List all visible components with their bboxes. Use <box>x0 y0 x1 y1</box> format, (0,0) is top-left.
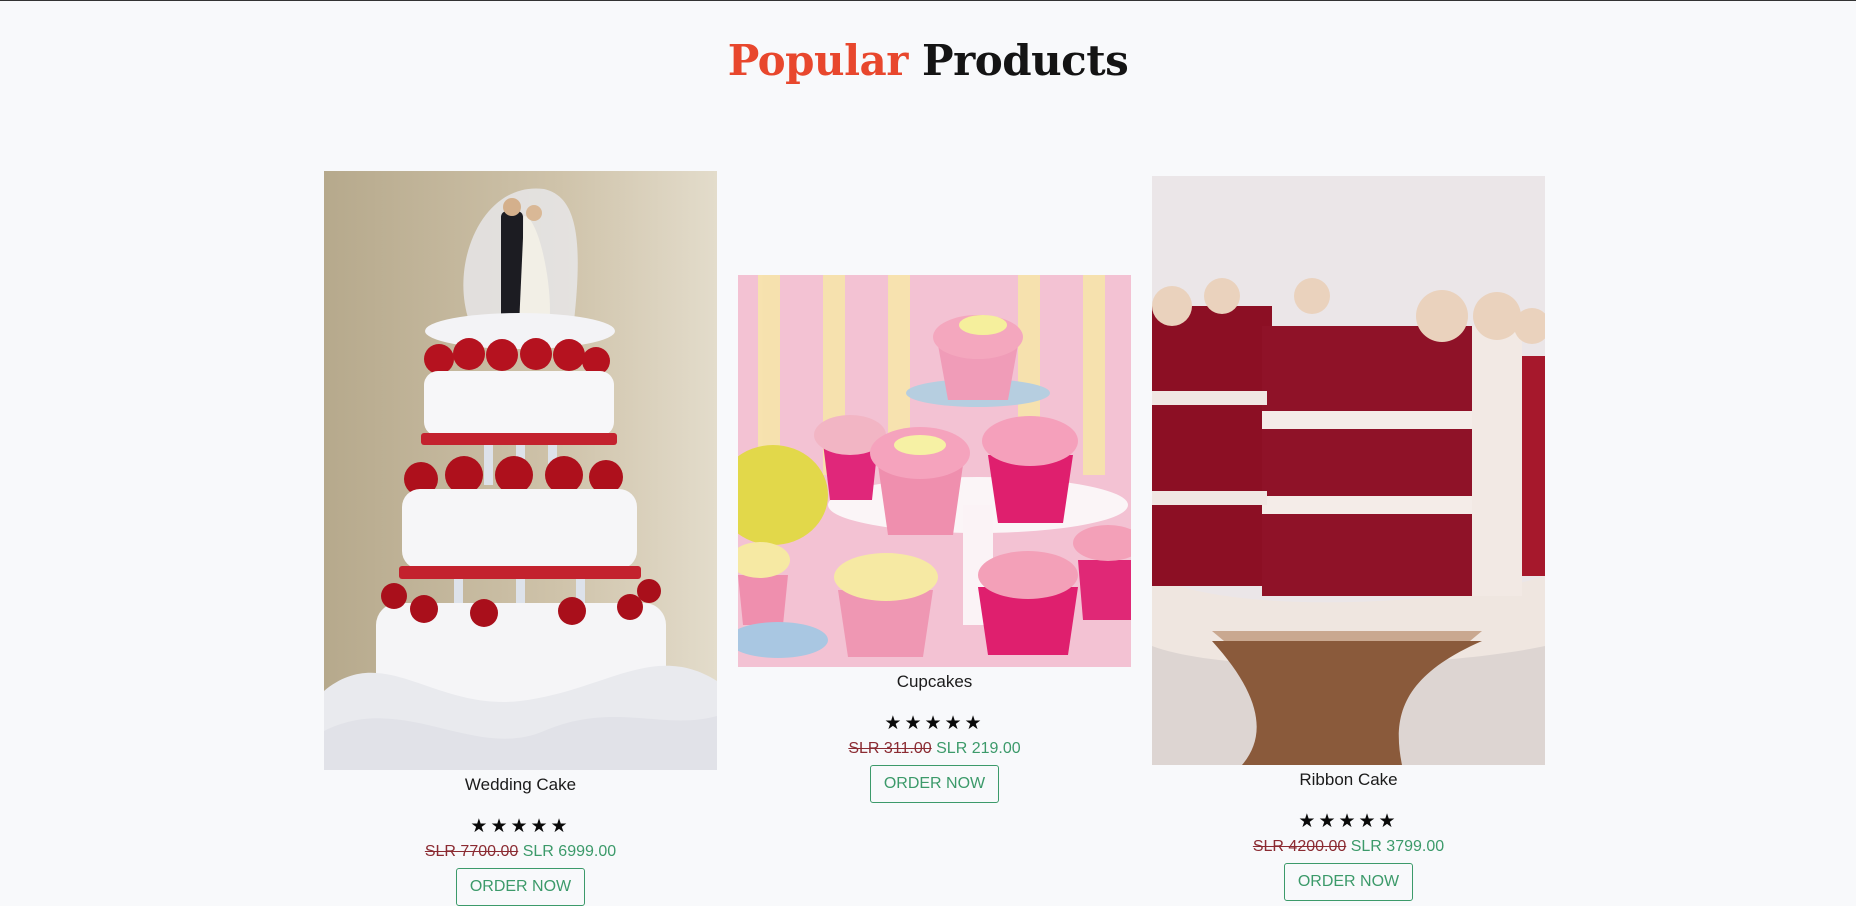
product-card-cupcakes: Cupcakes ★★★★★ SLR 311.00 SLR 219.00 ORD… <box>738 275 1131 803</box>
section-title-rest: Products <box>922 36 1129 85</box>
product-card-wedding-cake: Wedding Cake ★★★★★ SLR 7700.00 SLR 6999.… <box>324 171 717 906</box>
new-price: SLR 3799.00 <box>1350 838 1445 855</box>
product-image-wedding-cake[interactable] <box>324 171 717 770</box>
order-now-button[interactable]: ORDER NOW <box>869 765 1000 803</box>
star-rating-icons: ★★★★★ <box>1298 811 1399 832</box>
old-price: SLR 4200.00 <box>1252 838 1347 855</box>
order-now-button[interactable]: ORDER NOW <box>1283 863 1414 901</box>
star-rating-icons: ★★★★★ <box>470 816 571 837</box>
new-price: SLR 6999.00 <box>522 843 617 860</box>
section-title-accent: Popular <box>727 36 909 85</box>
product-price: SLR 7700.00 SLR 6999.00 <box>324 841 717 863</box>
product-card-ribbon-cake: Ribbon Cake ★★★★★ SLR 4200.00 SLR 3799.0… <box>1152 176 1545 901</box>
product-name: Cupcakes <box>896 672 973 691</box>
product-name: Ribbon Cake <box>1299 770 1398 789</box>
section-title: Popular Products <box>0 33 1856 89</box>
new-price: SLR 219.00 <box>936 740 1021 757</box>
product-price: SLR 4200.00 SLR 3799.00 <box>1152 836 1545 858</box>
product-image-cupcakes[interactable] <box>738 275 1131 667</box>
product-image-ribbon-cake[interactable] <box>1152 176 1545 765</box>
star-rating-icons: ★★★★★ <box>884 713 985 734</box>
old-price: SLR 7700.00 <box>424 843 519 860</box>
old-price: SLR 311.00 <box>848 740 932 757</box>
order-now-button[interactable]: ORDER NOW <box>455 868 586 906</box>
product-price: SLR 311.00 SLR 219.00 <box>738 738 1131 760</box>
product-name: Wedding Cake <box>464 775 577 794</box>
